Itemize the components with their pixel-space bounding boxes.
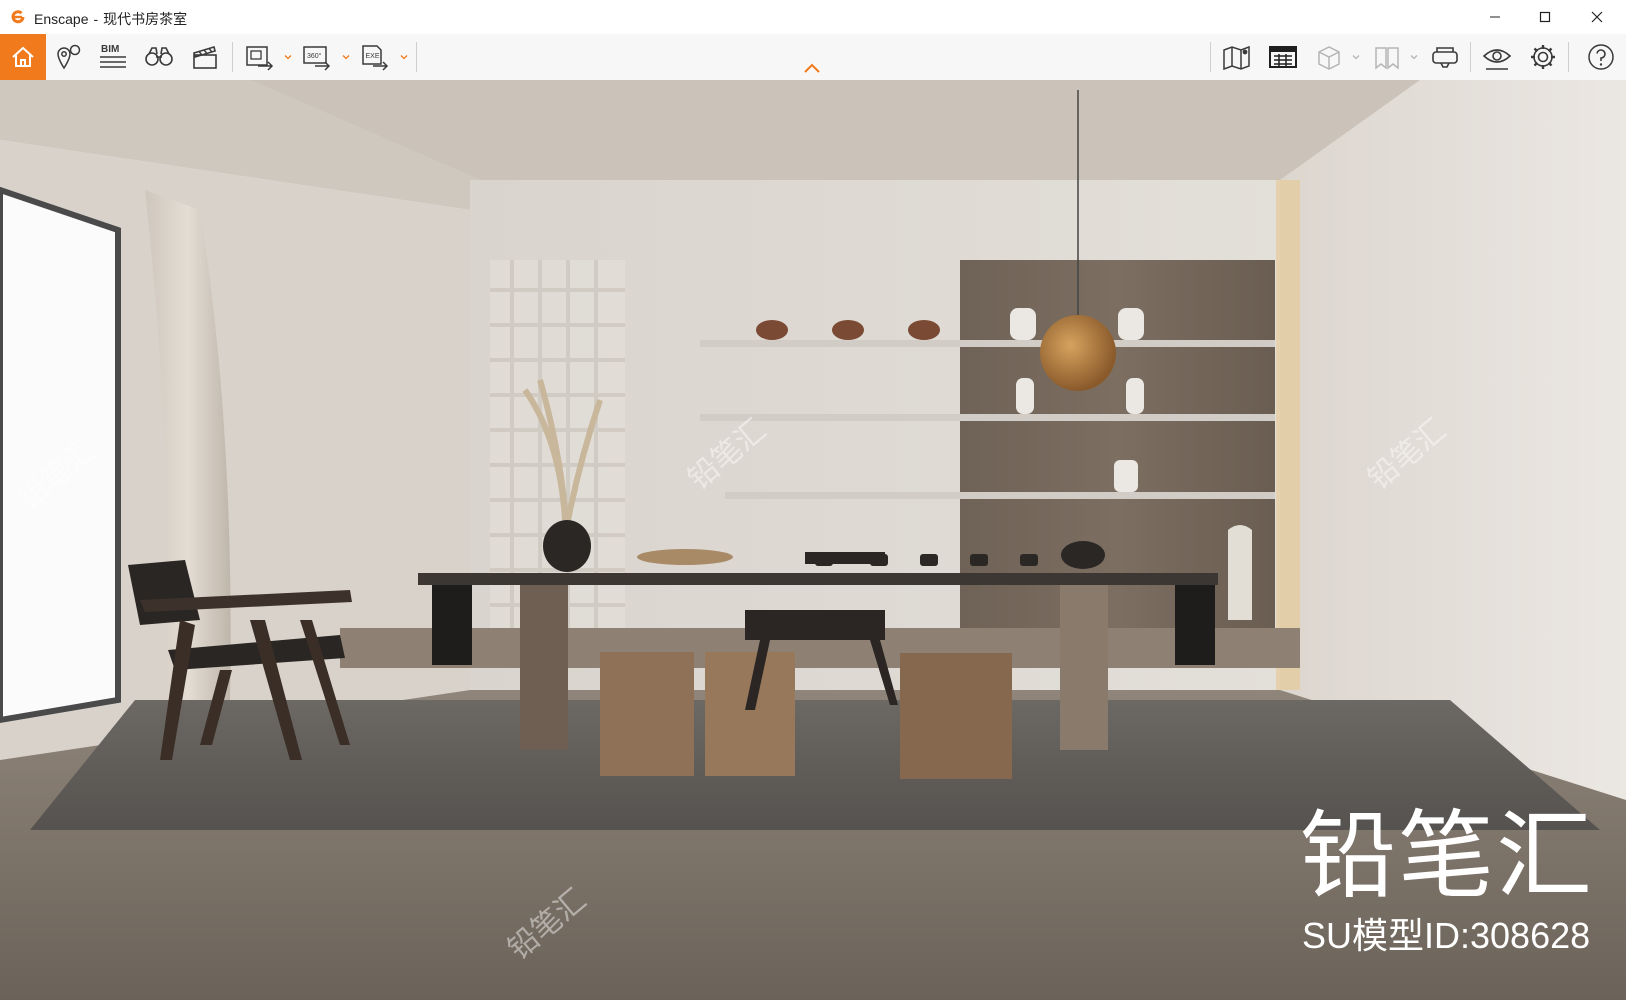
video-editor-button[interactable] xyxy=(188,41,222,73)
close-button[interactable] xyxy=(1572,0,1622,34)
render-viewport[interactable]: 铅笔汇 铅笔汇 铅笔汇 铅笔汇 铅笔汇 铅笔汇 铅笔汇 SU模型ID:30862… xyxy=(0,80,1626,1000)
help-button[interactable] xyxy=(1584,41,1618,73)
exe-badge: EXE xyxy=(366,53,380,60)
maximize-icon xyxy=(1539,11,1551,23)
asset-library-icon xyxy=(57,44,81,70)
right-wall xyxy=(1280,80,1626,800)
bim-button[interactable]: BIM xyxy=(96,41,130,73)
standalone-export-button[interactable]: EXE xyxy=(358,41,392,73)
vr-headset-button[interactable] xyxy=(1428,41,1462,73)
home-button[interactable] xyxy=(0,34,46,80)
help-icon xyxy=(1588,44,1614,70)
minimize-icon xyxy=(1490,16,1500,18)
vr-headset-icon xyxy=(1432,47,1458,68)
driftwood xyxy=(637,549,733,565)
panorama-export-icon: 360° xyxy=(303,46,331,71)
walk-mode-button[interactable] xyxy=(142,41,176,73)
home-icon xyxy=(12,46,34,67)
collapse-toolbar-icon[interactable] xyxy=(803,62,821,74)
panorama-badge: 360° xyxy=(307,52,322,60)
toolbar-separator xyxy=(1568,42,1569,72)
pendant-lamp xyxy=(1040,315,1116,391)
chevron-down-icon[interactable] xyxy=(284,53,292,61)
chevron-down-icon[interactable] xyxy=(400,53,408,61)
binoculars-icon xyxy=(145,47,173,66)
batch-render-button[interactable] xyxy=(1266,41,1300,73)
document-title: 现代书房茶室 xyxy=(103,11,188,27)
watermark-brand: 铅笔汇 xyxy=(1300,800,1594,912)
minimize-button[interactable] xyxy=(1470,0,1520,34)
views-button[interactable] xyxy=(1370,41,1404,73)
visual-settings-button[interactable] xyxy=(1480,41,1514,73)
screenshot-export-button[interactable] xyxy=(243,41,277,73)
panorama-export-button[interactable]: 360° xyxy=(300,41,334,73)
asset-library-button[interactable] xyxy=(52,41,86,73)
chevron-down-icon[interactable] xyxy=(1410,53,1418,61)
toolbar-separator xyxy=(1210,42,1211,72)
title-separator: - xyxy=(93,11,99,27)
close-icon xyxy=(1591,11,1603,23)
chevron-down-icon[interactable] xyxy=(342,53,350,61)
enscape-logo-icon xyxy=(11,10,25,24)
bim-icon: BIM xyxy=(100,44,126,68)
screenshot-export-icon xyxy=(246,46,274,71)
window xyxy=(0,186,121,724)
standalone-export-icon: EXE xyxy=(362,45,389,71)
maximize-button[interactable] xyxy=(1520,0,1570,34)
views-icon xyxy=(1375,47,1399,70)
enscape-toolbar: BIM 360° EXE xyxy=(0,34,1626,81)
map-button[interactable] xyxy=(1220,41,1254,73)
chevron-down-icon[interactable] xyxy=(1352,53,1360,61)
app-name: Enscape xyxy=(34,11,89,27)
toolbar-separator xyxy=(232,42,233,72)
toolbar-separator xyxy=(1470,42,1471,72)
title-bar: Enscape - 现代书房茶室 xyxy=(0,0,1626,34)
map-icon xyxy=(1223,45,1250,71)
watermark-model-id: SU模型ID:308628 xyxy=(1302,915,1591,956)
window-title: Enscape - 现代书房茶室 xyxy=(34,9,187,29)
bust-sculpture xyxy=(1228,525,1252,620)
settings-icon xyxy=(1531,45,1555,69)
cube-icon xyxy=(1318,46,1340,70)
visual-settings-icon xyxy=(1482,49,1512,70)
bim-label: BIM xyxy=(101,44,119,55)
toolbar-separator xyxy=(416,42,417,72)
cube-button[interactable] xyxy=(1312,41,1346,73)
batch-render-icon xyxy=(1269,46,1297,68)
clapperboard-icon xyxy=(193,45,217,69)
settings-button[interactable] xyxy=(1526,41,1560,73)
